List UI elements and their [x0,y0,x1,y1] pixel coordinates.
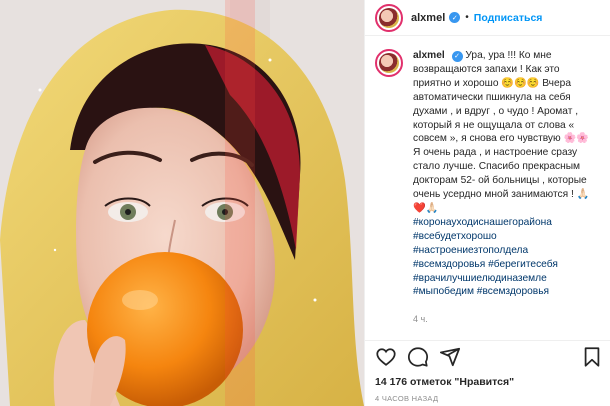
post-photo[interactable] [0,0,364,406]
post-header: alxmel ✓ • Подписаться [365,0,610,36]
comment-icon[interactable] [407,346,429,368]
caption-avatar[interactable] [375,49,403,77]
hashtag-link[interactable]: #мыпобедим #всемздоровья [413,285,599,299]
bookmark-icon[interactable] [581,346,603,368]
hashtag-link[interactable]: #коронауходиснашегорайона [413,216,599,230]
share-icon[interactable] [439,346,461,368]
verified-badge-icon: ✓ [449,12,461,23]
hashtag-link[interactable]: #всебудетхорошо [413,230,599,244]
caption-time: 4 ч. [413,314,428,325]
follow-button[interactable]: Подписаться [474,12,543,24]
avatar[interactable] [375,3,403,32]
post-side-panel: alxmel ✓ • Подписаться alxmel ✓ Ура, ура… [364,0,610,406]
heart-icon[interactable] [375,346,397,368]
hashtag-list: #коронауходиснашегорайона #всебудетхорош… [413,216,599,299]
caption-username[interactable]: alxmel [413,50,445,61]
verified-badge-icon: ✓ [451,51,463,63]
post-timestamp[interactable]: 4 ЧАСОВ НАЗАД [375,394,438,403]
caption-text: Ура, ура !!! Ко мне возвращаются запахи … [413,50,590,214]
caption-block: alxmel ✓ Ура, ура !!! Ко мне возвращаютс… [365,37,610,337]
post-image [0,0,364,406]
action-bar [365,340,610,372]
hashtag-link[interactable]: #всемздоровья #берегитесебя [413,258,599,272]
caption: alxmel ✓ Ура, ура !!! Ко мне возвращаютс… [413,49,599,337]
username[interactable]: alxmel [411,12,445,24]
separator-dot: • [465,12,469,23]
hashtag-link[interactable]: #настроениезтополдела [413,244,599,258]
hashtag-link[interactable]: #врачилучшиелюдиназемле [413,272,599,286]
likes-count[interactable]: 14 176 отметок "Нравится" [375,376,514,388]
